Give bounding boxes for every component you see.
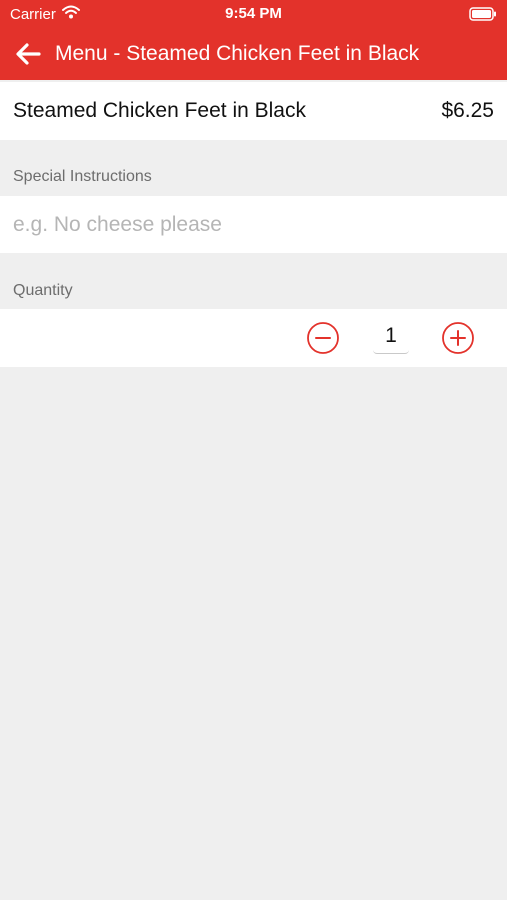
battery-icon xyxy=(469,7,497,25)
special-instructions-row xyxy=(0,196,507,253)
increment-button[interactable] xyxy=(442,322,474,354)
quantity-value[interactable]: 1 xyxy=(373,323,409,354)
status-time: 9:54 PM xyxy=(225,5,282,22)
page-title: Menu - Steamed Chicken Feet in Black xyxy=(55,42,420,65)
decrement-button[interactable] xyxy=(307,322,339,354)
quantity-label: Quantity xyxy=(13,282,73,299)
plus-circle-icon xyxy=(442,322,474,354)
app-header: Carrier 9:54 PM Menu - Steamed Chicken F… xyxy=(0,0,507,80)
item-price: $6.25 xyxy=(441,99,494,122)
item-name: Steamed Chicken Feet in Black xyxy=(13,99,306,122)
back-button[interactable] xyxy=(13,39,43,69)
special-instructions-label: Special Instructions xyxy=(13,168,152,185)
minus-circle-icon xyxy=(307,322,339,354)
special-instructions-input[interactable] xyxy=(13,196,493,253)
arrow-left-icon xyxy=(16,43,41,65)
quantity-stepper: 1 xyxy=(0,309,507,367)
status-bar: Carrier 9:54 PM xyxy=(0,0,507,28)
navigation-bar: Menu - Steamed Chicken Feet in Black xyxy=(0,28,507,80)
item-summary-row: Steamed Chicken Feet in Black $6.25 xyxy=(0,82,507,140)
